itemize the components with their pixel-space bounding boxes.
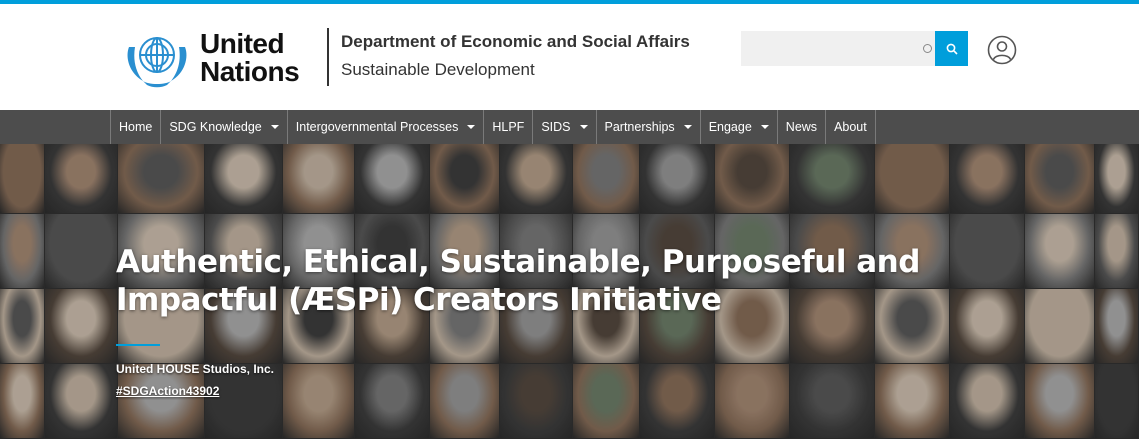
search-button[interactable] (935, 31, 968, 66)
main-navigation: Home SDG Knowledge Intergovernmental Pro… (0, 110, 1139, 144)
hero-organization: United HOUSE Studios, Inc. (116, 362, 275, 376)
nav-item-sids[interactable]: SIDS (532, 110, 595, 144)
hero-sdg-action-link[interactable]: #SDGAction43902 (116, 384, 219, 398)
header-divider (327, 28, 329, 86)
site-header: United Nations Department of Economic an… (0, 4, 1139, 110)
nav-item-news[interactable]: News (776, 110, 825, 144)
caret-down-icon (579, 125, 588, 129)
nav-item-label: About (834, 120, 867, 134)
nav-item-partnerships[interactable]: Partnerships (595, 110, 700, 144)
caret-down-icon (760, 125, 769, 129)
nav-item-label: Engage (708, 120, 752, 134)
search-input[interactable] (741, 31, 935, 66)
un-wordmark-line2: Nations (200, 56, 300, 87)
nav-item-home[interactable]: Home (110, 110, 160, 144)
nav-item-label: Partnerships (604, 120, 675, 134)
nav-item-label: HLPF (492, 120, 525, 134)
user-account-icon[interactable] (987, 35, 1017, 65)
caret-down-icon (270, 125, 279, 129)
nav-item-label: News (785, 120, 818, 134)
caret-down-icon (683, 125, 692, 129)
un-wordmark-line1: United (200, 28, 285, 59)
nav-item-sdg-knowledge[interactable]: SDG Knowledge (160, 110, 286, 144)
hero-title[interactable]: Authentic, Ethical, Sustainable, Purpose… (116, 243, 1016, 319)
caret-down-icon (467, 125, 476, 129)
nav-item-label: Intergovernmental Processes (295, 120, 459, 134)
nav-item-label: Home (119, 120, 153, 134)
nav-item-intergovernmental-processes[interactable]: Intergovernmental Processes (286, 110, 484, 144)
hero-accent-rule (116, 344, 160, 346)
nav-item-about[interactable]: About (825, 110, 876, 144)
nav-item-engage[interactable]: Engage (699, 110, 777, 144)
nav-item-label: SIDS (541, 120, 571, 134)
nav-item-label: SDG Knowledge (169, 120, 262, 134)
nav-item-hlpf[interactable]: HLPF (483, 110, 532, 144)
search-clear-icon[interactable] (923, 44, 932, 53)
un-emblem-icon[interactable] (121, 27, 193, 89)
un-wordmark[interactable]: United Nations (200, 28, 300, 87)
search-icon (946, 43, 958, 55)
hero-banner[interactable]: Authentic, Ethical, Sustainable, Purpose… (0, 144, 1139, 439)
nav-menu: Home SDG Knowledge Intergovernmental Pro… (110, 110, 876, 144)
department-name[interactable]: Department of Economic and Social Affair… (341, 32, 690, 52)
site-subtitle[interactable]: Sustainable Development (341, 60, 535, 80)
